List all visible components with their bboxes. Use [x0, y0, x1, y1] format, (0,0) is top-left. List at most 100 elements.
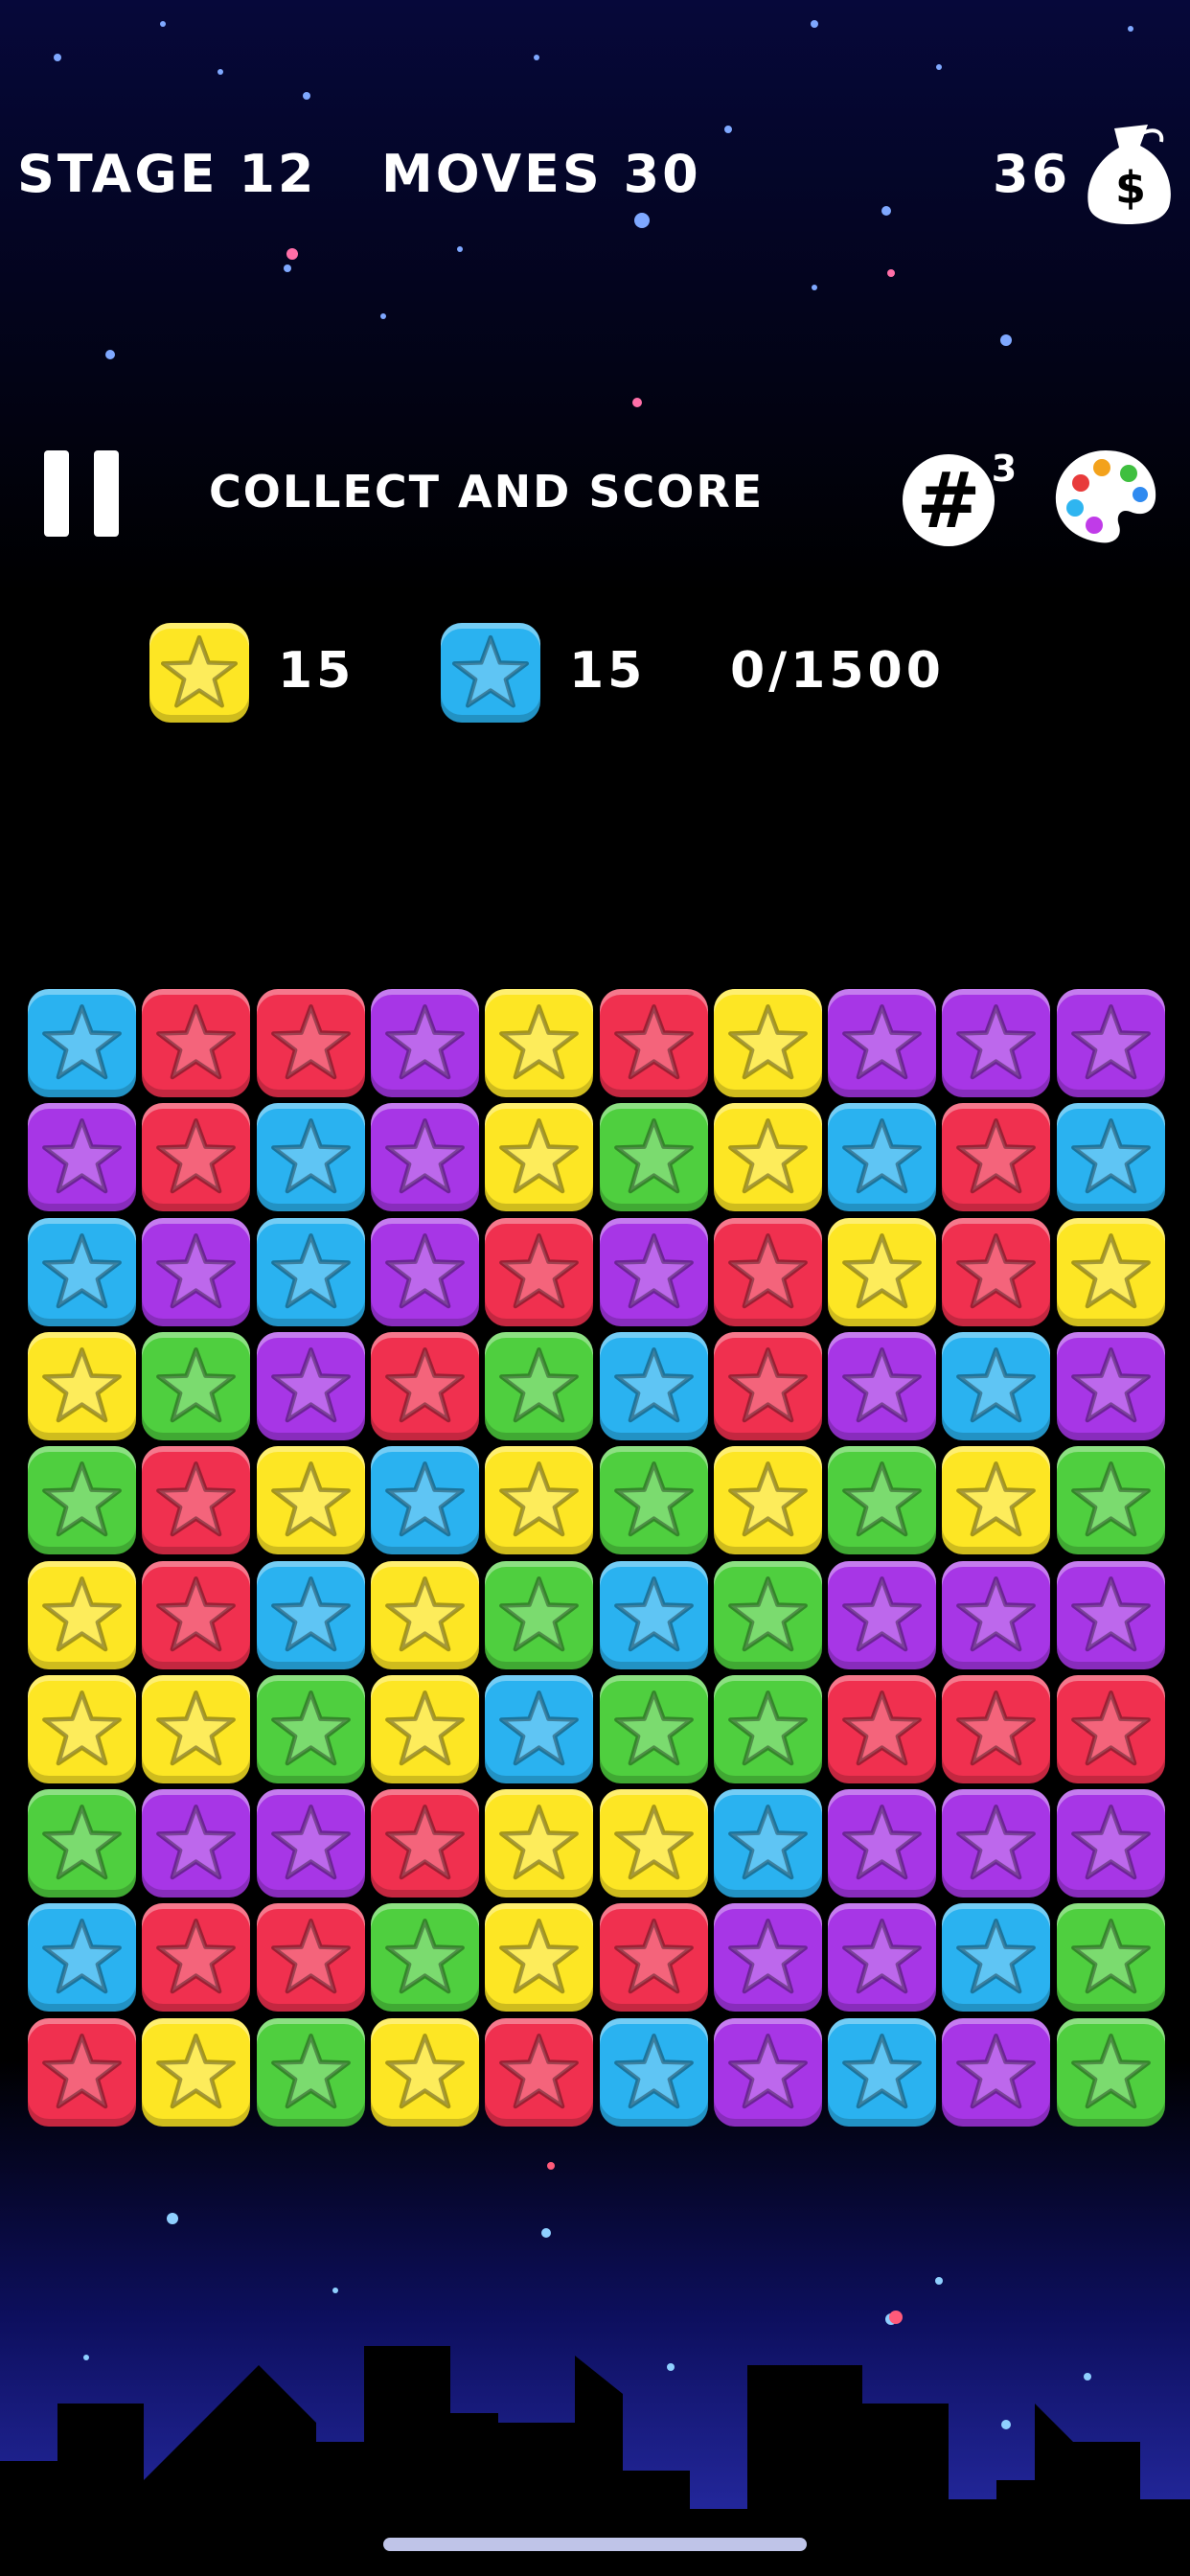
star-tile-yellow[interactable] — [828, 1217, 937, 1326]
star-tile-red[interactable] — [713, 1217, 822, 1326]
star-tile-purple[interactable] — [142, 1789, 251, 1898]
star-tile-purple[interactable] — [256, 1789, 365, 1898]
star-tile-red[interactable] — [142, 1103, 251, 1212]
star-tile-purple[interactable] — [256, 1331, 365, 1440]
star-tile-green[interactable] — [599, 1674, 708, 1783]
star-tile-green[interactable] — [713, 1674, 822, 1783]
star-tile-purple[interactable] — [1056, 989, 1165, 1097]
star-tile-green[interactable] — [828, 1446, 937, 1555]
star-tile-red[interactable] — [142, 989, 251, 1097]
hash-booster-button[interactable]: # 3 — [901, 443, 1025, 548]
star-tile-green[interactable] — [28, 1446, 136, 1555]
palette-icon[interactable] — [1052, 447, 1159, 546]
star-tile-purple[interactable] — [828, 989, 937, 1097]
star-tile-red[interactable] — [1056, 1674, 1165, 1783]
star-tile-yellow[interactable] — [485, 1446, 594, 1555]
star-tile-yellow[interactable] — [1056, 1217, 1165, 1326]
star-tile-green[interactable] — [1056, 1446, 1165, 1555]
star-tile-purple[interactable] — [942, 2017, 1051, 2127]
star-tile-red[interactable] — [370, 1331, 479, 1440]
star-tile-purple[interactable] — [828, 1331, 937, 1440]
star-tile-purple[interactable] — [713, 1903, 822, 2012]
star-tile-purple[interactable] — [828, 1560, 937, 1669]
star-tile-red[interactable] — [142, 1903, 251, 2012]
star-tile-yellow[interactable] — [142, 1674, 251, 1783]
star-tile-red[interactable] — [942, 1674, 1051, 1783]
star-tile-yellow[interactable] — [485, 1903, 594, 2012]
star-tile-purple[interactable] — [370, 1103, 479, 1212]
star-tile-green[interactable] — [1056, 1903, 1165, 2012]
star-tile-blue[interactable] — [28, 989, 136, 1097]
star-tile-yellow[interactable] — [713, 1446, 822, 1555]
star-tile-blue[interactable] — [942, 1331, 1051, 1440]
star-tile-green[interactable] — [256, 2017, 365, 2127]
star-tile-red[interactable] — [256, 1903, 365, 2012]
star-tile-blue[interactable] — [828, 1103, 937, 1212]
star-tile-purple[interactable] — [942, 1789, 1051, 1898]
home-indicator[interactable] — [383, 2538, 807, 2551]
star-tile-purple[interactable] — [28, 1103, 136, 1212]
star-tile-purple[interactable] — [828, 1789, 937, 1898]
pause-button[interactable] — [38, 450, 134, 546]
star-tile-blue[interactable] — [942, 1903, 1051, 2012]
star-tile-yellow[interactable] — [942, 1446, 1051, 1555]
star-tile-blue[interactable] — [485, 1674, 594, 1783]
star-tile-red[interactable] — [942, 1217, 1051, 1326]
star-tile-purple[interactable] — [1056, 1789, 1165, 1898]
star-tile-red[interactable] — [370, 1789, 479, 1898]
star-tile-red[interactable] — [599, 1903, 708, 2012]
star-tile-yellow[interactable] — [142, 2017, 251, 2127]
star-tile-purple[interactable] — [142, 1217, 251, 1326]
star-tile-purple[interactable] — [713, 2017, 822, 2127]
star-tile-blue[interactable] — [1056, 1103, 1165, 1212]
star-tile-green[interactable] — [599, 1446, 708, 1555]
star-tile-blue[interactable] — [599, 1331, 708, 1440]
star-tile-purple[interactable] — [942, 989, 1051, 1097]
star-tile-red[interactable] — [599, 989, 708, 1097]
star-tile-yellow[interactable] — [256, 1446, 365, 1555]
star-tile-yellow[interactable] — [370, 2017, 479, 2127]
star-tile-blue[interactable] — [256, 1217, 365, 1326]
star-tile-purple[interactable] — [942, 1560, 1051, 1669]
star-tile-yellow[interactable] — [485, 1789, 594, 1898]
star-tile-blue[interactable] — [256, 1103, 365, 1212]
star-tile-red[interactable] — [142, 1560, 251, 1669]
star-tile-red[interactable] — [942, 1103, 1051, 1212]
star-tile-red[interactable] — [828, 1674, 937, 1783]
star-tile-yellow[interactable] — [28, 1674, 136, 1783]
star-tile-red[interactable] — [485, 1217, 594, 1326]
star-tile-green[interactable] — [713, 1560, 822, 1669]
star-tile-yellow[interactable] — [370, 1560, 479, 1669]
star-tile-purple[interactable] — [599, 1217, 708, 1326]
star-tile-red[interactable] — [713, 1331, 822, 1440]
star-tile-blue[interactable] — [256, 1560, 365, 1669]
money-bag-icon[interactable]: $ — [1081, 121, 1177, 226]
star-tile-yellow[interactable] — [713, 989, 822, 1097]
star-tile-blue[interactable] — [828, 2017, 937, 2127]
star-tile-blue[interactable] — [713, 1789, 822, 1898]
star-tile-purple[interactable] — [370, 989, 479, 1097]
star-tile-green[interactable] — [142, 1331, 251, 1440]
star-tile-purple[interactable] — [1056, 1331, 1165, 1440]
star-tile-yellow[interactable] — [485, 989, 594, 1097]
star-tile-blue[interactable] — [28, 1217, 136, 1326]
star-tile-green[interactable] — [1056, 2017, 1165, 2127]
star-tile-blue[interactable] — [370, 1446, 479, 1555]
star-tile-purple[interactable] — [828, 1903, 937, 2012]
star-tile-yellow[interactable] — [485, 1103, 594, 1212]
star-tile-yellow[interactable] — [370, 1674, 479, 1783]
star-tile-purple[interactable] — [1056, 1560, 1165, 1669]
star-tile-red[interactable] — [28, 2017, 136, 2127]
star-tile-red[interactable] — [256, 989, 365, 1097]
star-tile-blue[interactable] — [28, 1903, 136, 2012]
star-tile-green[interactable] — [28, 1789, 136, 1898]
star-tile-green[interactable] — [599, 1103, 708, 1212]
star-tile-blue[interactable] — [599, 1560, 708, 1669]
star-tile-blue[interactable] — [599, 2017, 708, 2127]
star-tile-red[interactable] — [142, 1446, 251, 1555]
star-tile-green[interactable] — [256, 1674, 365, 1783]
star-tile-purple[interactable] — [370, 1217, 479, 1326]
star-tile-green[interactable] — [370, 1903, 479, 2012]
star-tile-yellow[interactable] — [599, 1789, 708, 1898]
star-tile-yellow[interactable] — [28, 1331, 136, 1440]
